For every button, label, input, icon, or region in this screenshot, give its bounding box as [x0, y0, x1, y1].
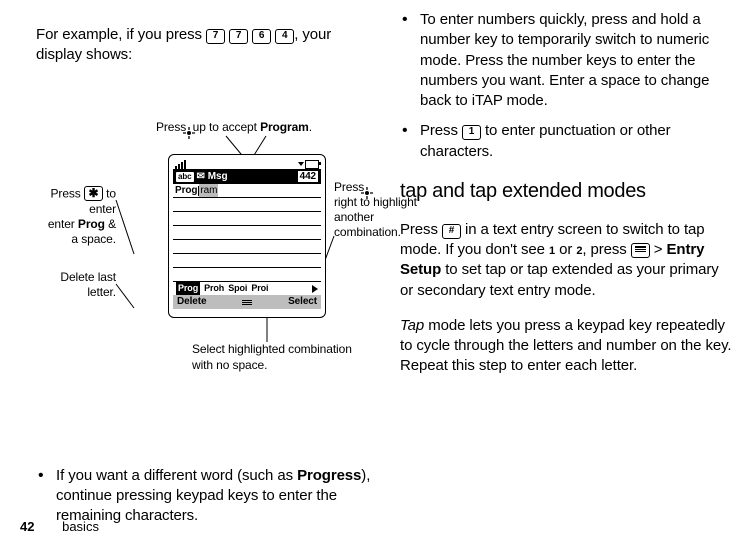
- key-7b: 7: [229, 29, 248, 44]
- softkey-left[interactable]: Delete: [177, 295, 206, 309]
- left-bullet-1: If you want a different word (such as Pr…: [36, 466, 371, 527]
- signal-icon: [175, 160, 189, 169]
- msg-icon: ✉: [197, 170, 205, 184]
- right-bullet-1: To enter numbers quickly, press and hold…: [400, 10, 735, 111]
- candidate-bar: Prog Proh Spoi Proi: [173, 282, 321, 295]
- key-hash: #: [442, 224, 461, 239]
- tap-paragraph-2: Tap mode lets you press a keypad key rep…: [400, 316, 735, 377]
- left-column: For example, if you press 7 7 6 4, your …: [36, 10, 371, 536]
- softkey-bar: Delete Select: [173, 295, 321, 309]
- intro-paragraph: For example, if you press 7 7 6 4, your …: [36, 25, 371, 66]
- blank-line: [173, 254, 321, 268]
- battery-icon: [299, 160, 319, 168]
- status-bar: [173, 159, 321, 169]
- intro-prefix: For example, if you press: [36, 26, 206, 43]
- callout-select: Select highlighted combination with no s…: [192, 342, 372, 373]
- title-bar: abc ✉ Msg 442: [173, 169, 321, 184]
- candidate: Proh: [204, 282, 224, 294]
- key-star: ✱: [84, 186, 103, 201]
- blank-line: [173, 268, 321, 282]
- candidate-selected: Prog: [176, 282, 200, 294]
- candidate: Proi: [251, 282, 268, 294]
- menu-key: [631, 243, 650, 258]
- tap-paragraph-1: Press # in a text entry screen to switch…: [400, 220, 735, 301]
- key-4: 4: [275, 29, 294, 44]
- key-7a: 7: [206, 29, 225, 44]
- page-number: 42: [20, 519, 34, 534]
- blank-line: [173, 240, 321, 254]
- softkey-right[interactable]: Select: [288, 295, 317, 309]
- candidate-arrow-icon: [312, 285, 318, 293]
- screen-title: Msg: [208, 170, 228, 184]
- blank-line: [173, 198, 321, 212]
- callout-delete: Delete last letter.: [44, 270, 116, 300]
- char-count: 442: [298, 171, 318, 182]
- right-bullet-2: Press 1 to enter punctuation or other ch…: [400, 121, 735, 162]
- menu-icon[interactable]: [242, 300, 252, 305]
- right-column: To enter numbers quickly, press and hold…: [400, 10, 735, 392]
- edit-line: Program: [173, 184, 321, 198]
- section-heading: tap and tap extended modes: [400, 178, 735, 205]
- callout-top: Press up to accept Program.: [156, 120, 376, 135]
- blank-line: [173, 212, 321, 226]
- footer-section: basics: [62, 519, 99, 534]
- callout-star: Press ✱ to enter enter Prog & a space.: [44, 186, 116, 247]
- blank-line: [173, 226, 321, 240]
- key-6: 6: [252, 29, 271, 44]
- key-1: 1: [462, 125, 481, 140]
- page-footer: 42 basics: [20, 519, 99, 534]
- phone-screen: abc ✉ Msg 442 Program: [168, 154, 326, 318]
- entry-mode-indicator: abc: [176, 172, 194, 182]
- phone-diagram: Press up to accept Program. Press ✱ to e…: [92, 120, 412, 410]
- candidate: Spoi: [228, 282, 247, 294]
